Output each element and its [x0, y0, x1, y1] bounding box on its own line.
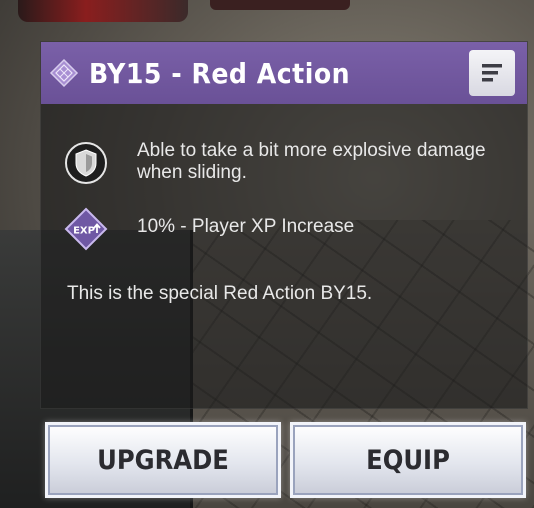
details-menu-button[interactable]	[469, 50, 515, 96]
perk-armor-text: Able to take a bit more explosive damage…	[137, 140, 486, 183]
background-object-2	[210, 0, 350, 10]
exp-boost-icon: EXP	[63, 206, 109, 252]
details-menu-icon	[482, 64, 502, 82]
perk-xp: EXP 10% - Player XP Increase	[63, 206, 497, 252]
exp-icon-text: EXP	[73, 226, 95, 237]
item-title: BY15 - Red Action	[89, 56, 351, 90]
background-object	[18, 0, 188, 22]
perk-armor: Able to take a bit more explosive damage…	[63, 140, 497, 186]
item-description: This is the special Red Action BY15.	[67, 283, 373, 304]
perk-xp-text: 10% - Player XP Increase	[137, 216, 355, 237]
equip-button[interactable]: EQUIP	[290, 422, 526, 498]
upgrade-button[interactable]: UPGRADE	[45, 422, 281, 498]
armor-shield-icon	[63, 140, 109, 186]
item-detail-panel: BY15 - Red Action Able to take a bit mor…	[40, 41, 528, 409]
item-header: BY15 - Red Action	[41, 42, 527, 104]
epic-diamond-icon	[49, 58, 79, 88]
